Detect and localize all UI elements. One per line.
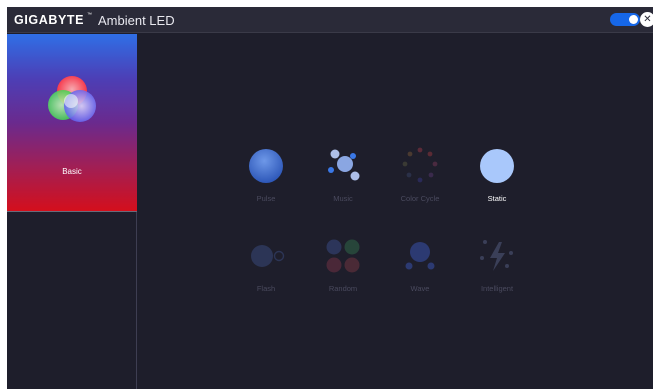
static-icon bbox=[480, 149, 514, 183]
music-icon bbox=[328, 149, 360, 181]
effect-flash[interactable]: Flash bbox=[226, 236, 306, 306]
gigabyte-logo: GIGABYTE bbox=[14, 13, 85, 27]
sidebar-divider bbox=[7, 211, 137, 212]
effect-label: Static bbox=[487, 194, 507, 203]
effect-label: Random bbox=[328, 284, 358, 293]
color-cycle-icon bbox=[402, 147, 438, 183]
effect-label: Pulse bbox=[256, 194, 276, 203]
sidebar-item-basic[interactable]: Basic bbox=[7, 34, 137, 211]
mode-sidebar: Basic bbox=[7, 34, 137, 389]
effect-color-cycle[interactable]: Color Cycle bbox=[380, 146, 460, 216]
flash-icon bbox=[251, 245, 285, 267]
rgb-circles-icon bbox=[48, 76, 96, 122]
ambient-led-window: GIGABYTE ™ Ambient LED ✕ Basic Pulse Mus… bbox=[7, 7, 653, 389]
pulse-icon bbox=[249, 149, 283, 183]
app-title: Ambient LED bbox=[98, 13, 175, 28]
effect-static[interactable]: Static bbox=[457, 146, 537, 216]
close-button[interactable]: ✕ bbox=[640, 12, 653, 27]
effect-wave[interactable]: Wave bbox=[380, 236, 460, 306]
sidebar-item-label: Basic bbox=[62, 167, 82, 176]
effect-label: Color Cycle bbox=[400, 194, 440, 203]
title-bar: GIGABYTE ™ Ambient LED ✕ bbox=[7, 7, 653, 33]
effect-label: Flash bbox=[256, 284, 276, 293]
effects-panel: Pulse Music Color Cycle Static Flash Ran… bbox=[138, 34, 653, 389]
effect-music[interactable]: Music bbox=[303, 146, 383, 216]
effect-intelligent[interactable]: Intelligent bbox=[457, 236, 537, 306]
wave-icon bbox=[405, 242, 435, 270]
effect-label: Wave bbox=[410, 284, 430, 293]
power-toggle[interactable] bbox=[610, 13, 640, 26]
effect-random[interactable]: Random bbox=[303, 236, 383, 306]
effect-pulse[interactable]: Pulse bbox=[226, 146, 306, 216]
random-icon bbox=[326, 239, 360, 273]
intelligent-icon bbox=[480, 240, 513, 271]
effect-label: Intelligent bbox=[480, 284, 514, 293]
trademark-mark: ™ bbox=[87, 12, 92, 18]
effect-label: Music bbox=[333, 194, 353, 203]
toggle-knob bbox=[629, 15, 638, 24]
